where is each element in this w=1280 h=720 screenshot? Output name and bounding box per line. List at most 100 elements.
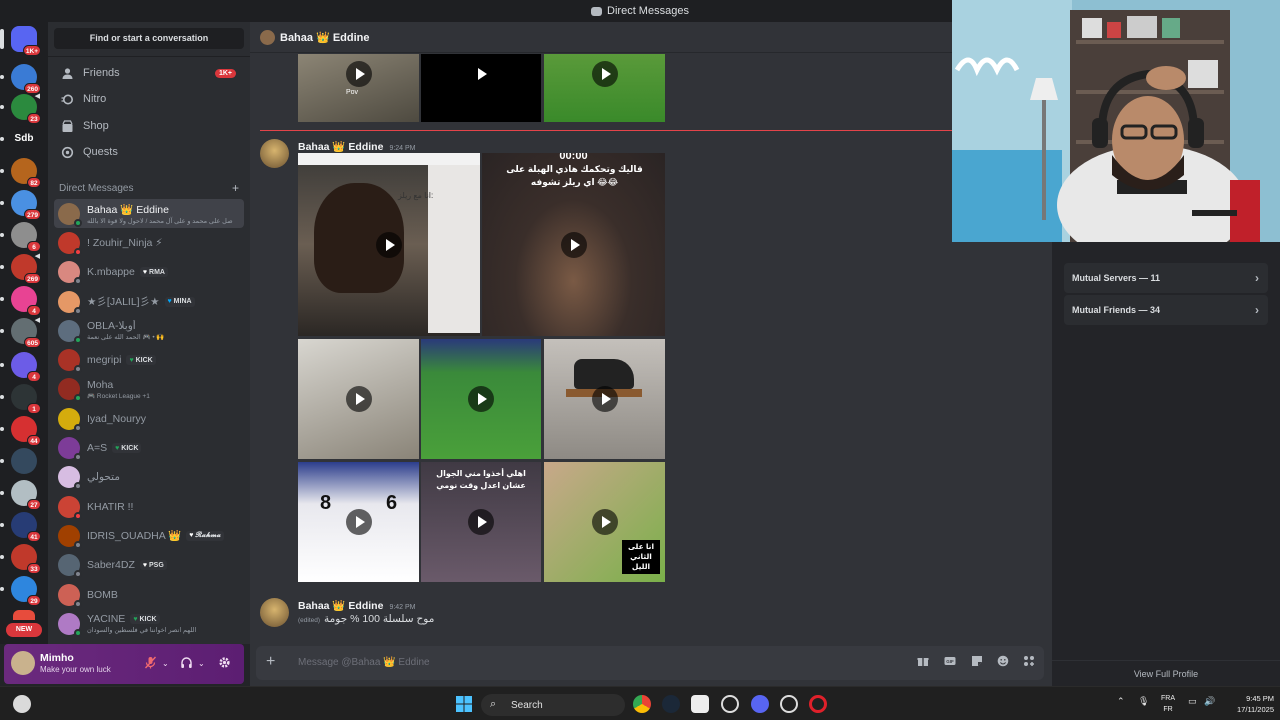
video-attachment[interactable] <box>544 54 665 122</box>
start-icon[interactable] <box>455 695 473 713</box>
chevron-up-icon[interactable]: ⌃ <box>1117 696 1125 707</box>
gif-icon[interactable]: GIF <box>943 655 956 668</box>
dm-item[interactable]: متحولي <box>54 463 244 492</box>
app-icon[interactable] <box>691 695 709 713</box>
server-icon[interactable]: ◀ 269 <box>0 253 41 284</box>
chrome-icon[interactable] <box>633 695 651 713</box>
network-icon[interactable]: ▭ <box>1188 696 1197 707</box>
headphones-icon[interactable] <box>180 656 193 672</box>
home-button[interactable]: 1K+ <box>0 26 41 56</box>
server-badge: 33 <box>27 563 41 574</box>
app-icon[interactable] <box>780 695 798 713</box>
dm-item[interactable]: K.mbappe ♥ RMA <box>54 258 244 287</box>
find-conversation-button[interactable]: Find or start a conversation <box>54 28 244 49</box>
server-icon[interactable]: 41 <box>0 512 41 542</box>
settings-gear-icon[interactable] <box>218 656 231 672</box>
taskbar-search[interactable]: ⌕ Search <box>481 694 625 716</box>
server-icon[interactable]: 279 <box>0 190 41 220</box>
volume-icon[interactable]: 🔊 <box>1204 696 1215 707</box>
chevron-down-icon[interactable]: ⌄ <box>162 659 169 668</box>
server-icon[interactable]: 4 <box>0 286 41 316</box>
dm-item[interactable]: ★彡[JALIL]彡★ ♥ MINA <box>54 287 244 316</box>
server-icon[interactable] <box>0 448 37 474</box>
dm-item[interactable]: Bahaa 👑 Eddine صل على محمد و على آل محمد … <box>54 199 244 229</box>
server-icon[interactable]: Sdb <box>0 126 37 152</box>
author-name[interactable]: Bahaa 👑 Eddine <box>298 599 383 612</box>
view-full-profile-link[interactable]: View Full Profile <box>1052 660 1280 686</box>
video-attachment[interactable] <box>421 339 541 459</box>
server-icon[interactable]: 33 <box>0 544 41 574</box>
video-attachment[interactable]: اهلي أخذوا مني الجوال عشان اعدل وقت نومي <box>421 462 541 582</box>
dm-item[interactable]: IDRIS_OUADHA 👑 ♥ 𝓡𝓪𝓱𝓶𝓪 <box>54 521 244 550</box>
server-tag[interactable]: ♥ 𝓡𝓪𝓱𝓶𝓪 <box>186 530 224 541</box>
emoji-icon[interactable] <box>996 655 1009 668</box>
server-tag[interactable]: ♥ PSG <box>139 560 167 571</box>
dm-item[interactable]: Iyad_Nouryy <box>54 404 244 433</box>
avatar[interactable] <box>11 651 35 675</box>
server-icon[interactable]: 4 <box>0 352 41 382</box>
video-attachment[interactable]: انا على الثاني الليل <box>544 462 665 582</box>
server-tag[interactable]: ♥ MINA <box>164 296 195 307</box>
chevron-down-icon[interactable]: ⌄ <box>198 659 205 668</box>
dm-item[interactable]: BOMB <box>54 580 244 609</box>
system-clock[interactable]: 9:45 PM 17/11/2025 <box>1222 693 1274 715</box>
video-attachment[interactable]: انا مع ريلز: <box>298 153 480 336</box>
chat-header-name[interactable]: Bahaa 👑 Eddine <box>280 31 370 44</box>
message-input[interactable]: Message @Bahaa 👑 Eddine <box>298 657 430 668</box>
server-tag[interactable]: ♥ KICK <box>112 443 142 454</box>
mutual-servers-card[interactable]: Mutual Servers — 11 › <box>1064 263 1268 293</box>
microphone-icon[interactable]: 🎙 <box>1138 696 1149 707</box>
language-indicator[interactable]: FRA FR <box>1159 693 1177 715</box>
author-name[interactable]: Bahaa 👑 Eddine <box>298 140 383 153</box>
server-icon[interactable]: 260 <box>0 64 41 94</box>
nav-shop[interactable]: Shop <box>54 114 244 138</box>
server-icon[interactable]: 6 <box>0 222 41 252</box>
server-tag[interactable]: ♥ RMA <box>139 267 168 278</box>
dm-item[interactable]: megripi ♥ KICK <box>54 345 244 374</box>
video-attachment[interactable] <box>421 54 541 122</box>
server-icon[interactable]: 27 <box>0 480 41 510</box>
avatar[interactable] <box>260 29 275 45</box>
nav-nitro[interactable]: Nitro <box>54 87 244 111</box>
gift-icon[interactable] <box>916 655 929 668</box>
dm-item[interactable]: OBLA-أوبلا الحمد الله على نعمة 🎮 • 🙌 <box>54 316 244 345</box>
server-icon[interactable] <box>13 610 35 620</box>
create-dm-icon[interactable]: + <box>232 182 239 194</box>
dm-item[interactable]: Saber4DZ ♥ PSG <box>54 551 244 580</box>
dm-item[interactable]: A=S ♥ KICK <box>54 433 244 462</box>
avatar[interactable] <box>260 139 289 168</box>
weather-icon[interactable] <box>13 695 31 713</box>
server-icon[interactable]: ◀ 23 <box>0 93 41 124</box>
nav-friends[interactable]: Friends 1K+ <box>54 61 244 85</box>
mute-icon[interactable] <box>144 656 157 672</box>
video-attachment[interactable] <box>544 339 665 459</box>
add-attachment-icon[interactable]: + <box>266 653 275 671</box>
chatgpt-icon[interactable] <box>721 695 739 713</box>
video-attachment[interactable]: 8 6 <box>298 462 419 582</box>
video-attachment[interactable]: 00:00 قاليك وتحكمك هاذي الهبلة على اي ري… <box>482 153 665 336</box>
apps-icon[interactable] <box>1022 655 1035 668</box>
sticker-icon[interactable] <box>970 655 983 668</box>
dm-item[interactable]: Moha 🎮 Rocket League +1 <box>54 375 244 404</box>
dm-item[interactable]: YACINE ♥ KICK اللهم انصر اخواننا في فلسطين … <box>54 609 244 638</box>
discord-taskbar-icon[interactable] <box>751 695 769 713</box>
video-attachment[interactable]: Pov <box>298 54 419 122</box>
server-icon[interactable]: 1 <box>0 384 41 414</box>
dm-item[interactable]: ! Zouhir_Ninja ⚡ <box>54 228 244 257</box>
server-tag[interactable]: ♥ KICK <box>130 614 160 625</box>
server-icon[interactable]: 82 <box>0 158 41 188</box>
mutual-friends-card[interactable]: Mutual Friends — 34 › <box>1064 295 1268 325</box>
username[interactable]: Mimho <box>40 652 74 664</box>
unread-pip <box>0 297 4 301</box>
server-tag[interactable]: ♥ KICK <box>126 355 156 366</box>
avatar[interactable] <box>260 598 289 627</box>
dm-item[interactable]: KHATIR !! <box>54 492 244 521</box>
steam-icon[interactable] <box>662 695 680 713</box>
server-icon[interactable]: 44 <box>0 416 41 446</box>
server-icon[interactable]: ◀ 605 <box>0 317 41 348</box>
nav-quests[interactable]: Quests <box>54 140 244 164</box>
opera-icon[interactable] <box>809 695 827 713</box>
video-attachment[interactable] <box>298 339 419 459</box>
new-servers-pill[interactable]: NEW <box>6 623 42 637</box>
server-icon[interactable]: 29 <box>0 576 41 606</box>
